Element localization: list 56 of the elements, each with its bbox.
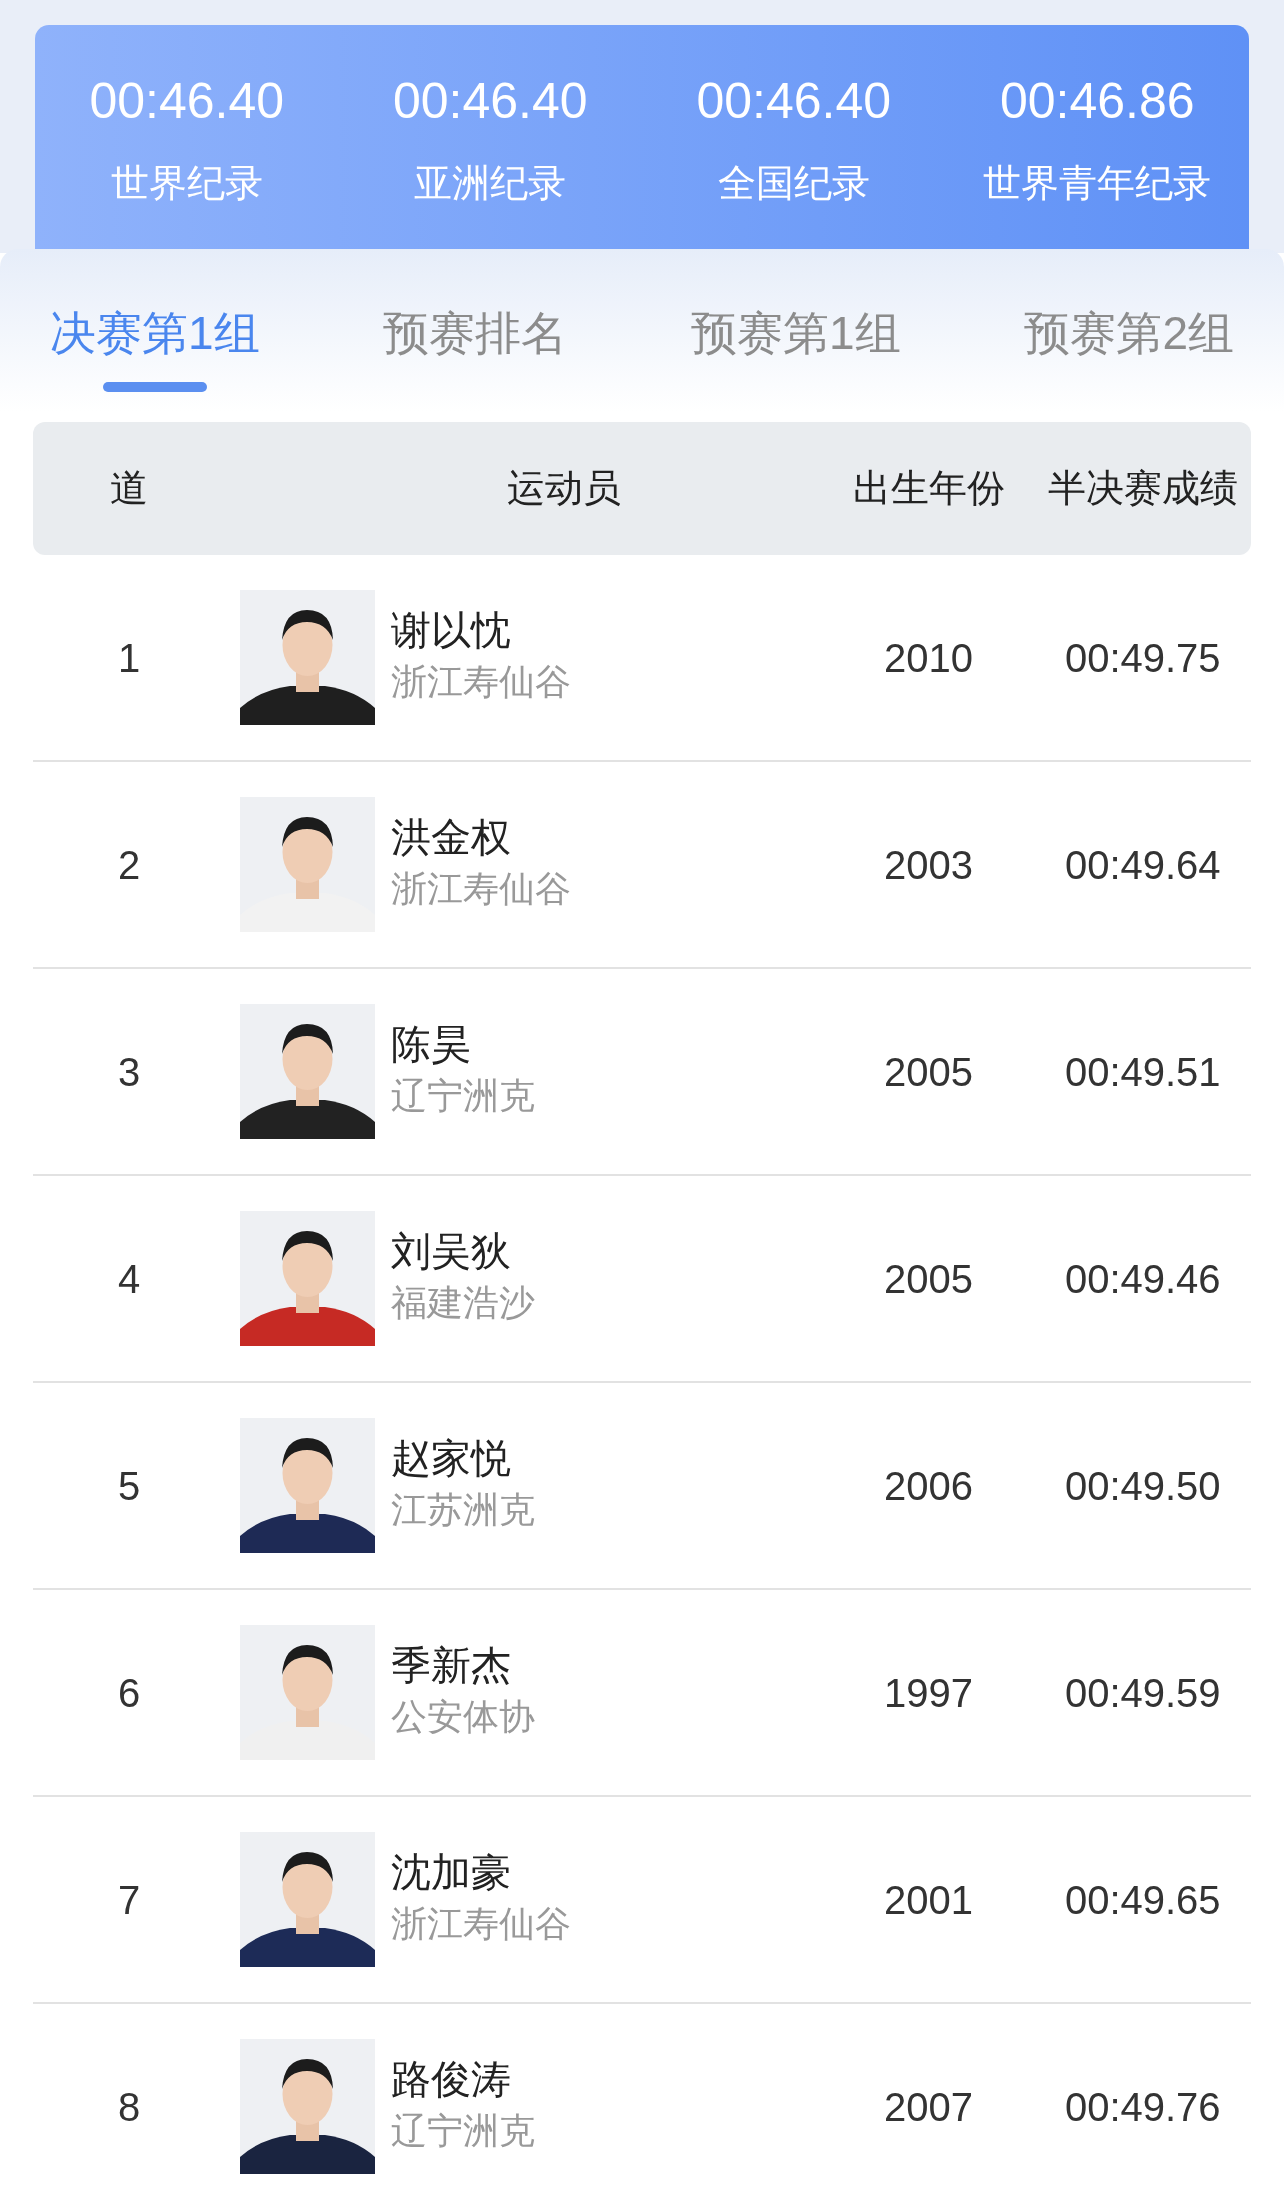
- team-name: 辽宁洲克: [391, 1077, 536, 1114]
- column-header: 运动员: [507, 466, 622, 511]
- team-name: 公安体协: [391, 1698, 536, 1735]
- team-name: 江苏洲克: [391, 1491, 536, 1528]
- record-time: 00:46.40: [696, 76, 892, 126]
- athlete-name: 陈昊: [391, 1023, 473, 1064]
- record-label: 世界青年纪录: [983, 164, 1212, 202]
- result-time: 00:49.51: [1064, 1048, 1221, 1096]
- lane-number: 2: [118, 841, 141, 889]
- birth-year: 2006: [884, 1462, 974, 1510]
- record-time: 00:46.40: [392, 76, 588, 126]
- lane-number: 5: [118, 1462, 141, 1510]
- result-time: 00:49.59: [1064, 1669, 1221, 1717]
- birth-year: 1997: [884, 1669, 974, 1717]
- birth-year: 2003: [884, 841, 974, 889]
- birth-year: 2010: [884, 634, 974, 682]
- athlete-name: 路俊涛: [391, 2058, 513, 2099]
- lane-number: 7: [118, 1876, 141, 1924]
- result-time: 00:49.76: [1064, 2083, 1221, 2131]
- birth-year: 2001: [884, 1876, 974, 1924]
- result-time: 00:49.64: [1064, 841, 1221, 889]
- tab[interactable]: 预赛第1组: [691, 299, 901, 392]
- record-label: 世界纪录: [110, 164, 263, 202]
- result-time: 00:49.50: [1064, 1462, 1221, 1510]
- team-name: 浙江寿仙谷: [391, 663, 572, 700]
- tab[interactable]: 预赛排名: [383, 299, 568, 392]
- tab[interactable]: 预赛第2组: [1024, 299, 1234, 392]
- birth-year: 2005: [884, 1048, 974, 1096]
- lane-number: 6: [118, 1669, 141, 1717]
- lane-number: 1: [118, 634, 141, 682]
- lane-number: 4: [118, 1255, 141, 1303]
- lane-number: 3: [118, 1048, 141, 1096]
- record-label: 全国纪录: [717, 164, 870, 202]
- team-name: 辽宁洲克: [391, 2112, 536, 2149]
- column-header: 半决赛成绩: [1047, 466, 1238, 511]
- column-header: 道: [110, 466, 149, 511]
- birth-year: 2005: [884, 1255, 974, 1303]
- record-time: 00:46.86: [999, 76, 1195, 126]
- athlete-name: 赵家悦: [391, 1437, 513, 1478]
- result-time: 00:49.75: [1064, 634, 1221, 682]
- athlete-name: 刘吴狄: [391, 1230, 513, 1271]
- lane-number: 8: [118, 2083, 141, 2131]
- tab[interactable]: 决赛第1组: [50, 299, 260, 392]
- birth-year: 2007: [884, 2083, 974, 2131]
- athlete-name: 沈加豪: [391, 1851, 513, 1892]
- result-time: 00:49.46: [1064, 1255, 1221, 1303]
- record-label: 亚洲纪录: [414, 164, 567, 202]
- athlete-name: 谢以忱: [391, 609, 513, 650]
- team-name: 浙江寿仙谷: [391, 870, 572, 907]
- column-header: 出生年份: [853, 466, 1006, 511]
- athlete-name: 洪金权: [391, 816, 513, 857]
- athlete-name: 季新杰: [391, 1644, 513, 1685]
- result-time: 00:49.65: [1064, 1876, 1221, 1924]
- team-name: 福建浩沙: [391, 1284, 536, 1321]
- team-name: 浙江寿仙谷: [391, 1905, 572, 1942]
- record-time: 00:46.40: [89, 76, 285, 126]
